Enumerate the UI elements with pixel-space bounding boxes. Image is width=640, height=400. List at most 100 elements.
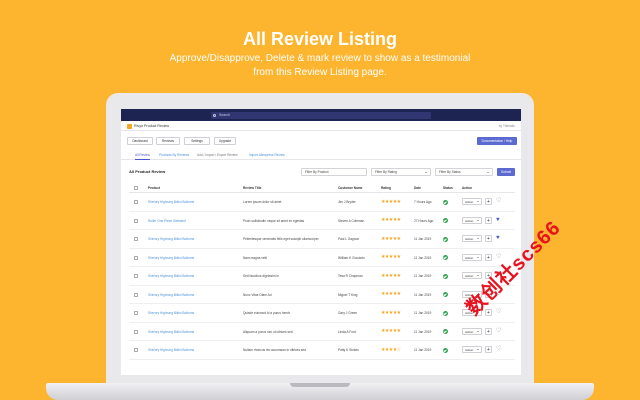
filter-product-label: Filter By Product <box>305 170 329 174</box>
header-customer: Customer Name <box>338 186 363 190</box>
favorite-heart-icon[interactable]: ♥ <box>496 217 500 224</box>
add-testimonial-button[interactable]: + <box>485 235 492 242</box>
chevron-down-icon <box>477 275 479 277</box>
dashboard-button[interactable]: Dashboard <box>127 137 153 145</box>
table-header: Product Review Title Customer Name Ratin… <box>129 183 515 193</box>
row-checkbox[interactable] <box>134 329 138 334</box>
status-approved-icon[interactable] <box>443 310 448 316</box>
star-rating: ★★★★★ <box>381 292 401 297</box>
product-link[interactable]: Roller One Piece Swimsuit <box>148 219 186 223</box>
row-checkbox[interactable] <box>134 237 138 241</box>
favorite-heart-icon[interactable]: ♡ <box>496 328 501 335</box>
row-checkbox[interactable] <box>134 311 138 315</box>
action-dropdown[interactable]: Action <box>462 198 482 205</box>
action-dropdown[interactable]: Action <box>462 253 482 261</box>
search-input[interactable]: Search <box>211 112 431 119</box>
action-dropdown-label: Action <box>465 218 474 223</box>
status-approved-icon[interactable] <box>443 273 448 279</box>
product-link[interactable]: Sherory Highrung Bikini Bottoms <box>148 237 194 241</box>
review-date: 11 Jan 2019 <box>414 237 432 241</box>
chevron-down-icon <box>477 256 479 258</box>
row-checkbox[interactable] <box>134 348 138 352</box>
settings-menu-button[interactable]: Settings <box>184 137 210 145</box>
status-approved-icon[interactable] <box>443 292 448 297</box>
tab-import-aliexpress[interactable]: Import Aliexpress Review <box>249 153 285 157</box>
action-dropdown-label: Action <box>465 274 474 278</box>
action-dropdown[interactable]: Action <box>462 216 482 224</box>
add-testimonial-button[interactable]: + <box>485 253 492 261</box>
review-title: Pellentesque venenatis felis eget suscip… <box>243 237 319 241</box>
header-action: Action <box>462 186 472 190</box>
tab-all-review[interactable]: All Review <box>135 153 150 160</box>
product-link[interactable]: Sherory Highrung Bikini Bottoms <box>148 200 194 204</box>
row-checkbox[interactable] <box>134 292 138 297</box>
filter-status-label: Filter By Status <box>439 170 461 174</box>
laptop-notch <box>290 383 350 387</box>
search-icon <box>213 114 216 117</box>
favorite-heart-icon[interactable]: ♥ <box>496 235 500 242</box>
favorite-heart-icon[interactable]: ♡ <box>496 309 501 316</box>
customer-name: Gary J Green <box>338 311 358 315</box>
filter-by-product[interactable]: Filter By Product <box>301 168 367 176</box>
add-testimonial-button[interactable]: + <box>485 327 492 335</box>
laptop-screen: Search Rivyo Product Review by Thimatic … <box>121 109 521 375</box>
row-checkbox[interactable] <box>134 218 138 223</box>
review-date: 11 Jan 2019 <box>414 292 432 297</box>
tab-bar: All Review Products By Reviews Add / Imp… <box>121 151 521 160</box>
star-rating: ★★★★★ <box>381 199 401 205</box>
status-approved-icon[interactable] <box>443 329 448 334</box>
product-link[interactable]: Sherory Highrung Bikini Bottoms <box>148 293 194 297</box>
star-rating: ★★★★★ <box>381 218 401 223</box>
action-dropdown-label: Action <box>465 329 474 334</box>
table-row: Sherory Highrung Bikini Bottoms Nunc Vita… <box>129 286 515 304</box>
header-status: Status <box>443 186 453 190</box>
product-link[interactable]: Sherory Highrung Bikini Bottoms <box>148 348 194 352</box>
tab-add-import-export[interactable]: Add / Import / Export Review <box>197 153 238 157</box>
customer-name: Steven A Coleman <box>338 218 365 223</box>
upgrade-button[interactable]: Upgrade <box>214 137 236 145</box>
add-testimonial-button[interactable]: + <box>485 216 492 224</box>
chevron-down-icon <box>487 171 489 173</box>
row-checkbox[interactable] <box>134 200 138 204</box>
row-checkbox[interactable] <box>134 255 138 260</box>
status-approved-icon[interactable] <box>443 236 448 242</box>
action-dropdown[interactable]: Action <box>462 327 482 335</box>
review-title: Quisde euismod id a purus hendr <box>243 311 290 315</box>
favorite-heart-icon[interactable]: ♡ <box>496 346 501 353</box>
submit-button[interactable]: Submit <box>497 168 515 176</box>
table-row: Roller One Piece Swimsuit Proin sollicitu… <box>129 212 515 230</box>
customer-name: Paul L Gagnon <box>338 237 360 241</box>
status-approved-icon[interactable] <box>443 199 448 205</box>
select-all-checkbox[interactable] <box>134 186 138 190</box>
filter-by-rating[interactable]: Filter By Rating <box>371 168 431 176</box>
chevron-down-icon <box>477 238 479 240</box>
action-dropdown[interactable]: Action <box>462 235 482 242</box>
table-row: Sherory Highrung Bikini Bottoms Nullam rh… <box>129 341 515 360</box>
developer-link[interactable]: by Thimatic <box>499 124 515 128</box>
documentation-button[interactable]: Documentation / Help <box>477 137 517 145</box>
filter-by-status[interactable]: Filter By Status <box>435 168 493 176</box>
action-dropdown-label: Action <box>465 237 474 241</box>
action-dropdown-label: Action <box>465 348 474 352</box>
list-title: All Product Review <box>129 169 166 174</box>
tab-products-by-reviews[interactable]: Products By Reviews <box>159 153 189 157</box>
row-checkbox[interactable] <box>134 274 138 278</box>
product-link[interactable]: Sherory Highrung Bikini Bottoms <box>148 274 194 278</box>
app-header: Rivyo Product Review by Thimatic <box>121 121 521 131</box>
search-placeholder: Search <box>219 113 231 117</box>
customer-name: William K Goodwin <box>338 255 365 260</box>
reviews-menu-button[interactable]: Reviews <box>156 137 180 145</box>
add-testimonial-button[interactable]: + <box>485 198 492 205</box>
product-link[interactable]: Sherory Highrung Bikini Bottoms <box>148 311 194 315</box>
action-dropdown[interactable]: Action <box>462 346 482 353</box>
status-approved-icon[interactable] <box>443 255 448 260</box>
add-testimonial-button[interactable]: + <box>485 346 492 353</box>
status-approved-icon[interactable] <box>443 218 448 223</box>
product-link[interactable]: Sherory Highrung Bikini Bottoms <box>148 330 194 334</box>
table-row: Sherory Highrung Bikini Bottoms Aliquam a… <box>129 323 515 341</box>
chevron-down-icon <box>477 349 479 351</box>
product-link[interactable]: Sherory Highrung Bikini Bottoms <box>148 256 194 260</box>
star-rating: ★★★★★ <box>381 255 401 260</box>
favorite-heart-icon[interactable]: ♡ <box>496 198 501 205</box>
status-approved-icon[interactable] <box>443 347 448 353</box>
